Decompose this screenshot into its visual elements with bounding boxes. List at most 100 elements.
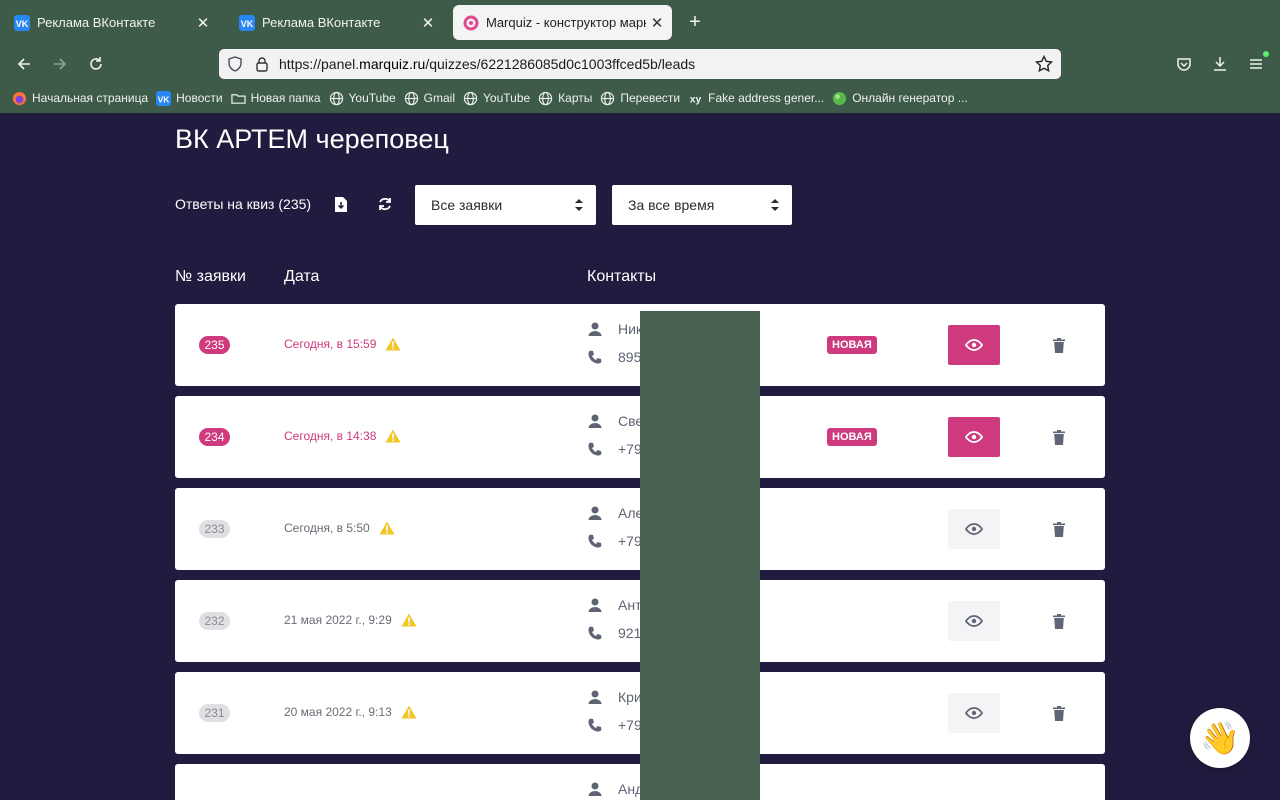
- back-button[interactable]: [13, 53, 35, 75]
- column-header-number: № заявки: [175, 268, 246, 285]
- export-button[interactable]: [331, 194, 351, 214]
- waving-hand-icon: 👋: [1200, 720, 1240, 756]
- vk-icon: VK: [14, 14, 30, 31]
- bookmarks-bar: Начальная страница VK Новости Новая папк…: [0, 86, 1280, 110]
- pocket-button[interactable]: [1173, 53, 1195, 75]
- tab-bar: VK Реклама ВКонтакте ✕ VK Реклама ВКонта…: [0, 0, 1280, 44]
- svg-text:VK: VK: [158, 94, 170, 104]
- url-domain: marquiz.ru: [359, 56, 426, 72]
- view-lead-button[interactable]: [948, 509, 1000, 549]
- warning-icon: [401, 613, 417, 627]
- contact-name: Ник: [587, 321, 642, 337]
- leads-filter-select[interactable]: Все заявки: [415, 185, 596, 225]
- view-lead-button[interactable]: [948, 601, 1000, 641]
- update-dot-icon: [1263, 51, 1269, 57]
- hamburger-icon: [1250, 59, 1262, 69]
- contact-name-text: Ант: [618, 597, 642, 613]
- close-icon[interactable]: ✕: [646, 14, 668, 32]
- close-icon[interactable]: ✕: [192, 14, 214, 32]
- globe-icon: [329, 91, 343, 105]
- period-filter-select[interactable]: За все время: [612, 185, 792, 225]
- warning-icon: [379, 521, 395, 535]
- bookmark-item[interactable]: Gmail: [404, 91, 455, 106]
- status-badge: НОВАЯ: [827, 428, 877, 446]
- shield-icon[interactable]: [227, 56, 243, 72]
- contact-phone-text: 921: [618, 625, 642, 641]
- user-icon: [588, 322, 602, 336]
- forward-button[interactable]: [49, 53, 71, 75]
- bookmark-item[interactable]: Новая папка: [230, 91, 321, 106]
- warning-icon: [385, 429, 401, 443]
- downloads-button[interactable]: [1209, 53, 1231, 75]
- eye-icon: [965, 615, 983, 627]
- contact-phone: +79: [587, 533, 642, 549]
- bookmark-item[interactable]: Перевести: [600, 91, 680, 106]
- arrow-left-icon: [17, 58, 30, 70]
- eye-icon: [965, 707, 983, 719]
- delete-lead-button[interactable]: [1050, 703, 1068, 723]
- star-icon[interactable]: [1035, 55, 1053, 73]
- user-icon: [588, 598, 602, 612]
- view-lead-button[interactable]: [948, 417, 1000, 457]
- view-lead-button[interactable]: [948, 693, 1000, 733]
- address-bar[interactable]: https://panel.marquiz.ru/quizzes/6221286…: [219, 49, 1061, 79]
- trash-icon: [1053, 429, 1065, 445]
- bookmark-item[interactable]: VK Новости: [156, 90, 223, 106]
- tab-title: Marquiz - конструктор маркети: [486, 15, 646, 30]
- bookmark-item[interactable]: Онлайн генератор ...: [832, 91, 968, 106]
- tab-vk-ads-2[interactable]: VK Реклама ВКонтакте ✕: [229, 5, 443, 40]
- reload-button[interactable]: [85, 53, 107, 75]
- tab-vk-ads-1[interactable]: VK Реклама ВКонтакте ✕: [4, 5, 218, 40]
- contact-phone: 921: [587, 625, 641, 641]
- bookmark-label: YouTube: [483, 91, 531, 105]
- lead-date-text: Сегодня, в 14:38: [284, 429, 377, 443]
- bookmark-item[interactable]: YouTube: [463, 91, 530, 106]
- trash-icon: [1053, 337, 1065, 353]
- contact-phone-text: +79: [618, 533, 642, 549]
- bookmark-item[interactable]: xy Fake address gener...: [688, 91, 824, 106]
- trash-icon: [1053, 613, 1065, 629]
- user-icon: [588, 414, 602, 428]
- refresh-button[interactable]: [375, 194, 395, 214]
- bookmark-label: Новая папка: [250, 91, 321, 105]
- phone-icon: [588, 442, 602, 456]
- lock-icon[interactable]: [255, 56, 269, 72]
- bookmark-item[interactable]: Начальная страница: [12, 91, 148, 106]
- arrow-right-icon: [54, 58, 67, 70]
- green-dot-icon: [833, 91, 847, 105]
- lead-date: Сегодня, в 5:50: [284, 521, 395, 535]
- browser-chrome: VK Реклама ВКонтакте ✕ VK Реклама ВКонта…: [0, 0, 1280, 113]
- lead-date-text: Сегодня, в 15:59: [284, 337, 377, 351]
- close-icon[interactable]: ✕: [417, 14, 439, 32]
- phone-icon: [588, 350, 602, 364]
- phone-icon: [588, 534, 602, 548]
- view-lead-button[interactable]: [948, 325, 1000, 365]
- user-icon: [588, 506, 602, 520]
- bookmark-label: Начальная страница: [32, 91, 149, 105]
- menu-button[interactable]: [1245, 51, 1269, 75]
- warning-icon: [401, 705, 417, 719]
- globe-icon: [463, 91, 478, 105]
- chat-widget-button[interactable]: 👋: [1190, 708, 1250, 768]
- lead-number-badge: 233: [199, 520, 230, 538]
- new-tab-button[interactable]: +: [684, 11, 706, 33]
- delete-lead-button[interactable]: [1050, 611, 1068, 631]
- contact-name: Ант: [587, 597, 641, 613]
- xy-icon: xy: [690, 94, 702, 105]
- warning-icon: [385, 337, 401, 351]
- url-text[interactable]: https://panel.marquiz.ru/quizzes/6221286…: [279, 56, 695, 72]
- url-path: /quizzes/6221286085d0c1003ffced5b/leads: [425, 56, 696, 72]
- sort-arrows-icon: [771, 199, 779, 211]
- delete-lead-button[interactable]: [1050, 519, 1068, 539]
- bookmark-item[interactable]: YouTube: [329, 91, 396, 106]
- tab-marquiz[interactable]: Marquiz - конструктор маркети ✕: [453, 5, 672, 40]
- delete-lead-button[interactable]: [1050, 427, 1068, 447]
- bookmark-item[interactable]: Карты: [538, 91, 592, 106]
- period-filter-value: За все время: [628, 197, 715, 213]
- reload-icon: [90, 57, 102, 70]
- globe-icon: [539, 91, 553, 105]
- status-badge: НОВАЯ: [827, 336, 877, 354]
- sort-arrows-icon: [575, 199, 583, 211]
- delete-lead-button[interactable]: [1050, 335, 1068, 355]
- lead-date: 21 мая 2022 г., 9:29: [284, 613, 417, 627]
